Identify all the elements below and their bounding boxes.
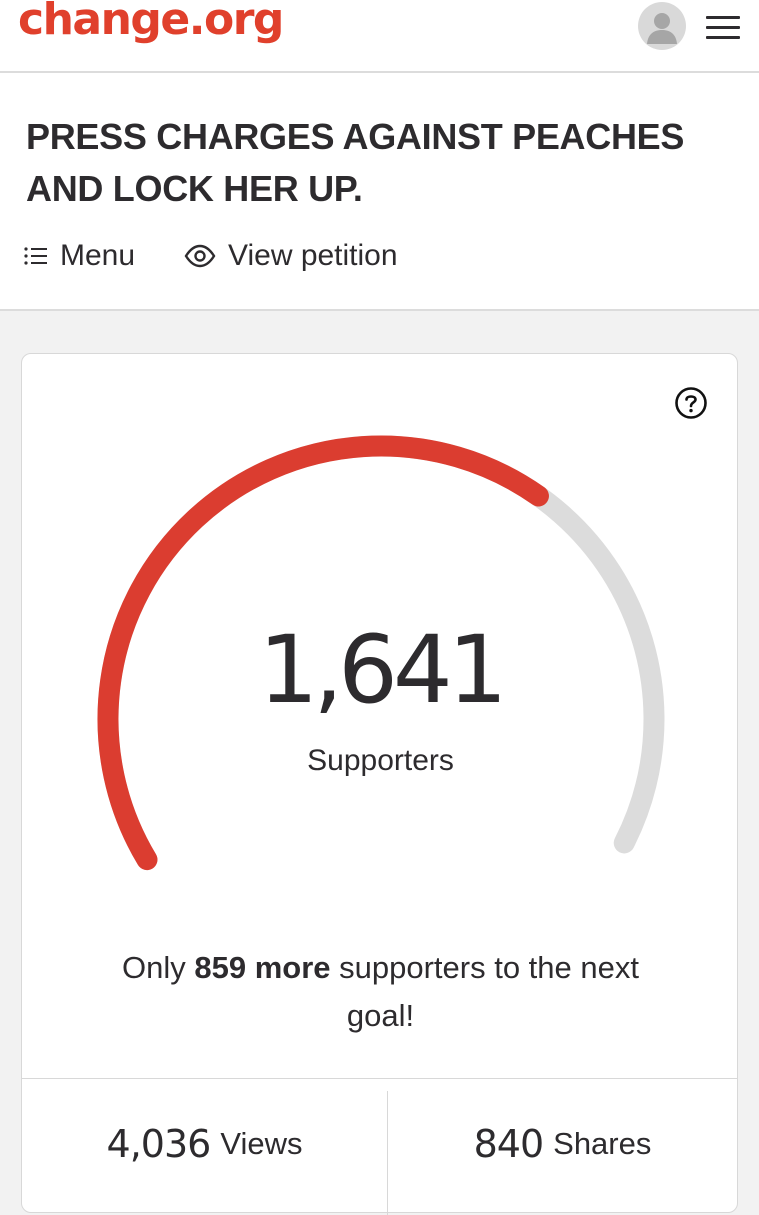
supporters-card: 1,641 Supporters Only 859 more supporter…	[21, 353, 738, 1215]
goal-remaining: 859 more	[194, 950, 331, 985]
goal-suffix: supporters to the next goal!	[330, 950, 639, 1033]
eye-icon	[184, 244, 216, 268]
stats-row: 4,036 Views 840 Shares	[22, 1078, 737, 1215]
goal-message: Only 859 more supporters to the next goa…	[92, 944, 669, 1040]
change-org-logo[interactable]: change.org	[18, 0, 284, 45]
shares-stat: 840 Shares	[388, 1079, 737, 1209]
list-icon	[24, 246, 48, 266]
supporters-count: 1,641	[258, 616, 507, 725]
top-bar: change.org	[0, 0, 759, 73]
menu-link-label: Menu	[60, 239, 136, 272]
views-count: 4,036	[106, 1122, 212, 1166]
goal-prefix: Only	[122, 950, 195, 985]
hamburger-menu-icon[interactable]	[706, 16, 740, 40]
shares-count: 840	[473, 1122, 545, 1166]
shares-label: Shares	[553, 1126, 652, 1161]
views-label: Views	[220, 1126, 303, 1161]
petition-title: PRESS CHARGES AGAINST PEACHES AND LOCK H…	[26, 116, 685, 209]
view-petition-link[interactable]: View petition	[184, 236, 398, 276]
views-stat: 4,036 Views	[22, 1079, 387, 1209]
menu-link[interactable]: Menu	[24, 236, 135, 276]
petition-header: PRESS CHARGES AGAINST PEACHES AND LOCK H…	[0, 73, 759, 311]
supporters-label: Supporters	[307, 744, 454, 777]
view-petition-label: View petition	[228, 239, 398, 272]
user-avatar-icon[interactable]	[638, 2, 686, 50]
